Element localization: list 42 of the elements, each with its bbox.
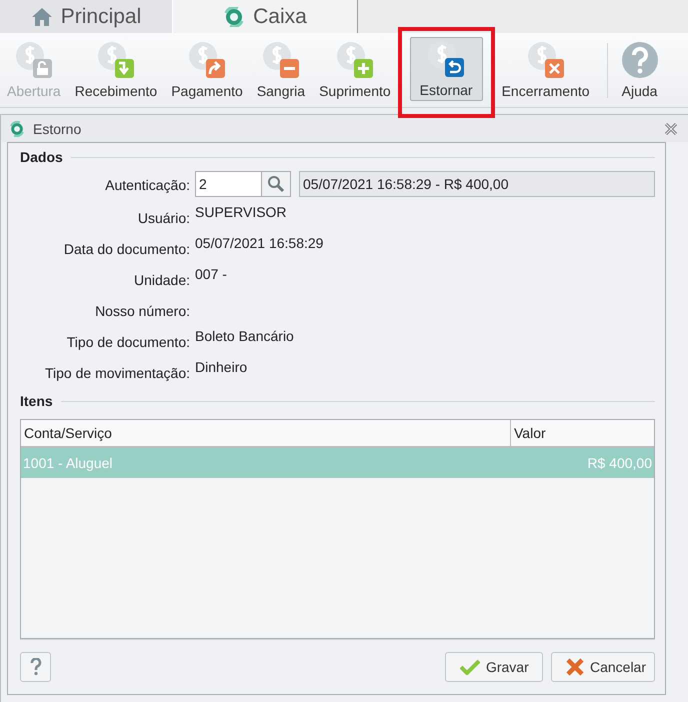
toolbar-button[interactable]: Suprimento [314, 38, 396, 102]
section-heading: Itens [20, 393, 53, 409]
input-field[interactable]: 2 [195, 171, 261, 197]
search-icon [267, 175, 285, 193]
field-value: Dinheiro [195, 358, 248, 374]
field-label: Tipo de documento: [66, 332, 190, 352]
x-icon [566, 658, 584, 676]
tab[interactable]: Principal [0, 0, 173, 33]
readonly-field: 05/07/2021 16:58:29 - R$ 400,00 [299, 171, 655, 197]
field-label: Tipo de movimentação: [44, 364, 190, 383]
field-label: Data do documento: [62, 240, 190, 258]
field-label: Autenticação: [104, 176, 190, 195]
field-value: 007 - [195, 266, 227, 282]
field-value: 05/07/2021 16:58:29 [195, 234, 324, 250]
toolbar-button[interactable]: Pagamento [166, 38, 248, 102]
toolbar-button[interactable]: Encerramento [496, 38, 595, 102]
field-label: Nosso número: [94, 302, 190, 320]
toolbar-button[interactable]: Estornar [410, 36, 483, 100]
checkmark-icon [460, 659, 480, 675]
tab[interactable]: Caixa [173, 0, 358, 33]
table-cell-text: R$ 400,00 [586, 455, 652, 471]
column-header[interactable]: Valor [510, 420, 654, 446]
table-cell-text: 1001 - Aluguel [23, 455, 114, 471]
question-icon [30, 658, 42, 676]
field-value: SUPERVISOR [195, 204, 287, 220]
field-label: Unidade: [132, 270, 190, 290]
toolbar-button[interactable]: Ajuda [616, 38, 664, 102]
section-heading: Dados [20, 149, 63, 165]
field-label: Usuário: [136, 208, 190, 228]
window-title: Estorno [33, 120, 82, 136]
help-button[interactable] [20, 652, 51, 682]
column-header[interactable]: Conta/Serviço [21, 420, 510, 446]
cancel-button[interactable]: Cancelar [550, 652, 655, 682]
search-button[interactable] [261, 171, 291, 197]
close-button[interactable] [664, 122, 678, 136]
home-icon [30, 6, 53, 26]
save-button[interactable]: Gravar [444, 652, 543, 682]
close-icon [664, 122, 678, 136]
toolbar-button[interactable]: Recebimento [70, 38, 162, 102]
toolbar-button[interactable]: Sangria [252, 38, 310, 102]
field-value: Boleto Bancário [195, 328, 294, 344]
question-icon [620, 41, 659, 79]
